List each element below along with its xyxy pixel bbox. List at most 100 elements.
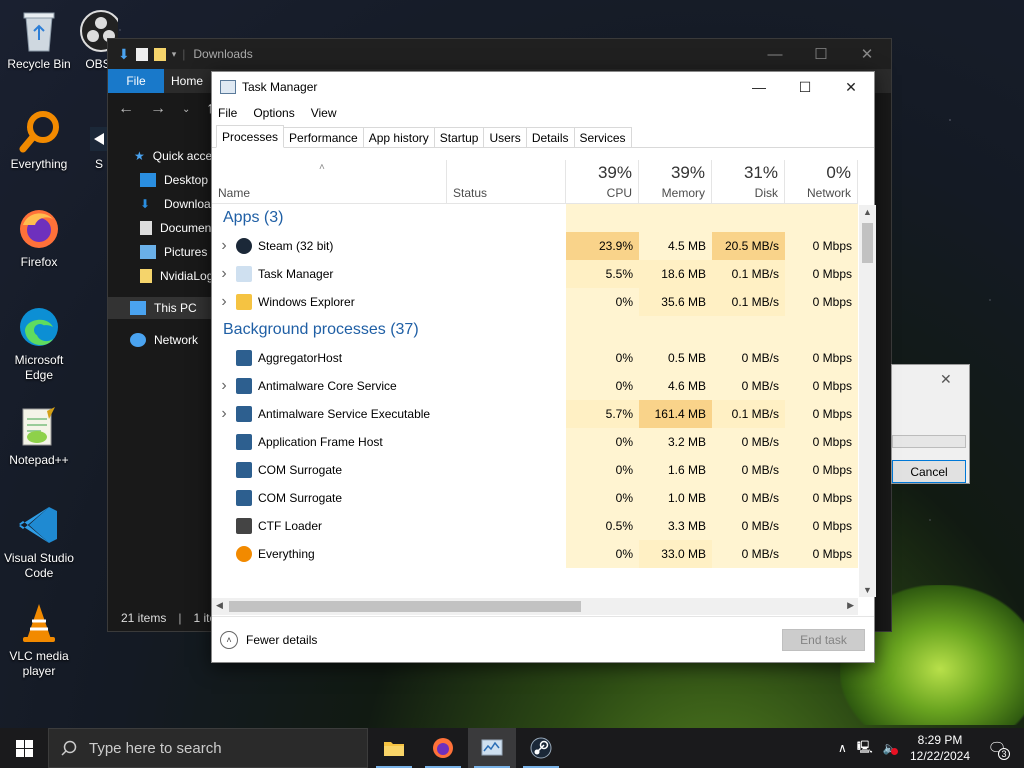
desktop-icon-vlc[interactable]: VLC media player <box>0 600 78 679</box>
menu-bar: File Options View <box>212 102 874 124</box>
process-row[interactable]: › Antimalware Service Executable 5.7% 161.4… <box>212 400 858 428</box>
process-row[interactable]: CTF Loader 0.5% 3.3 MB 0 MB/s 0 Mbps <box>212 512 858 540</box>
chevron-right-icon[interactable]: › <box>212 377 236 395</box>
scrollbar-thumb[interactable] <box>229 601 581 612</box>
nav-network[interactable]: Network <box>130 333 198 347</box>
chevron-up-icon[interactable]: ∧ <box>838 741 847 755</box>
process-memory-cell: 0.5 MB <box>639 344 712 372</box>
chevron-right-icon[interactable]: › <box>212 237 236 255</box>
column-header-name[interactable]: ˄ Name <box>212 160 447 204</box>
progress-dialog[interactable]: ✕ Cancel <box>891 364 970 484</box>
tab-startup[interactable]: Startup <box>433 127 485 147</box>
desktop-icon-notepadpp[interactable]: Notepad++ <box>0 404 78 468</box>
minimize-button[interactable]: — <box>752 39 798 69</box>
column-header-disk[interactable]: 31% Disk <box>712 160 785 204</box>
process-name: CTF Loader <box>258 519 323 533</box>
close-button[interactable]: ✕ <box>844 39 890 69</box>
network-tray-icon[interactable]: 🖳 <box>857 738 873 759</box>
chevron-right-icon[interactable]: › <box>212 293 236 311</box>
tab-users[interactable]: Users <box>483 127 527 147</box>
process-row[interactable]: COM Surrogate 0% 1.0 MB 0 MB/s 0 Mbps <box>212 484 858 512</box>
nav-item-nvidialog[interactable]: NvidiaLog <box>140 269 213 283</box>
scroll-right-icon[interactable]: ▶ <box>847 600 854 611</box>
process-row[interactable]: Everything 0% 33.0 MB 0 MB/s 0 Mbps <box>212 540 858 568</box>
taskbar-search-box[interactable]: Type here to search <box>48 728 368 768</box>
desktop-icon-vscode[interactable]: Visual Studio Code <box>0 502 78 581</box>
scrollbar-thumb[interactable] <box>862 223 873 263</box>
volume-muted-icon[interactable]: 🔈 <box>883 741 898 755</box>
tab-app-history[interactable]: App history <box>362 127 435 147</box>
process-row[interactable]: › Task Manager 5.5% 18.6 MB 0.1 MB/s 0 Mbps <box>212 260 858 288</box>
desktop-icon-firefox[interactable]: Firefox <box>0 206 78 270</box>
end-task-button[interactable]: End task <box>782 629 865 651</box>
column-label: Status <box>453 186 488 200</box>
new-folder-icon[interactable] <box>153 47 166 61</box>
menu-options[interactable]: Options <box>253 106 294 120</box>
group-row-apps[interactable]: Apps (3) <box>212 204 858 232</box>
desktop-icon-recycle-bin[interactable]: Recycle Bin <box>0 8 78 72</box>
group-row-background[interactable]: Background processes (37) <box>212 316 858 344</box>
column-header-memory[interactable]: 39% Memory <box>639 160 712 204</box>
notification-center-button[interactable]: 🗨 3 <box>982 728 1012 768</box>
tab-details[interactable]: Details <box>525 127 575 147</box>
taskbar-steam[interactable] <box>517 728 565 768</box>
process-row[interactable]: AggregatorHost 0% 0.5 MB 0 MB/s 0 Mbps <box>212 344 858 372</box>
recycle-bin-icon <box>16 8 62 54</box>
chevron-down-icon[interactable]: ⌄ <box>182 104 190 115</box>
vertical-scrollbar[interactable]: ▲ ▼ <box>859 205 876 597</box>
taskbar-clock[interactable]: 8:29 PM 12/22/2024 <box>905 732 975 764</box>
explorer-title-bar[interactable]: ⬇ ▾ | Downloads — ☐ ✕ <box>108 39 891 69</box>
maximize-button[interactable]: ☐ <box>782 72 828 102</box>
process-row[interactable]: Application Frame Host 0% 3.2 MB 0 MB/s 0 Mb… <box>212 428 858 456</box>
chevron-right-icon[interactable]: › <box>212 405 236 423</box>
ribbon-tab-home[interactable]: Home <box>164 69 210 93</box>
chevron-right-icon[interactable]: › <box>212 265 236 283</box>
close-icon[interactable]: ✕ <box>940 371 952 388</box>
start-button[interactable] <box>0 728 48 768</box>
disk-total-percent: 31% <box>743 163 778 182</box>
task-manager-window[interactable]: Task Manager — ☐ ✕ File Options View Pro… <box>211 71 876 663</box>
process-row[interactable]: › Antimalware Core Service 0% 4.6 MB 0 MB/s 0… <box>212 372 858 400</box>
column-header-status[interactable]: Status <box>447 160 566 204</box>
nav-item-downloads[interactable]: ⬇ Download <box>140 197 217 211</box>
close-button[interactable]: ✕ <box>828 72 874 102</box>
scroll-down-icon[interactable]: ▼ <box>859 585 876 595</box>
desktop-icon-everything[interactable]: Everything <box>0 108 78 172</box>
menu-view[interactable]: View <box>311 106 337 120</box>
nav-quick-access[interactable]: ★ Quick acce <box>134 149 212 163</box>
taskbar-file-explorer[interactable] <box>370 728 418 768</box>
chevron-down-icon[interactable]: ▾ <box>172 49 177 60</box>
process-row[interactable]: COM Surrogate 0% 1.6 MB 0 MB/s 0 Mbps <box>212 456 858 484</box>
properties-icon[interactable] <box>135 47 148 61</box>
forward-arrow-icon[interactable]: → <box>150 100 166 118</box>
nav-item-desktop[interactable]: Desktop <box>140 173 208 187</box>
task-manager-title-bar[interactable]: Task Manager — ☐ ✕ <box>212 72 874 102</box>
horizontal-scrollbar[interactable]: ◀ ▶ <box>212 598 858 615</box>
notification-count-badge: 3 <box>998 748 1010 760</box>
tab-services[interactable]: Services <box>573 127 632 147</box>
tab-performance[interactable]: Performance <box>283 127 364 147</box>
desktop-icon-label: Visual Studio Code <box>4 551 74 580</box>
taskbar-task-manager[interactable] <box>468 728 516 768</box>
scroll-left-icon[interactable]: ◀ <box>216 600 223 611</box>
cancel-button[interactable]: Cancel <box>892 460 966 483</box>
scroll-up-icon[interactable]: ▲ <box>859 207 876 217</box>
nav-item-pictures[interactable]: Pictures <box>140 245 207 259</box>
back-arrow-icon[interactable]: ← <box>118 100 134 118</box>
column-header-cpu[interactable]: 39% CPU <box>566 160 639 204</box>
menu-file[interactable]: File <box>218 106 237 120</box>
fewer-details-button[interactable]: ˄ Fewer details <box>220 630 317 649</box>
taskbar-firefox[interactable] <box>419 728 467 768</box>
nav-this-pc[interactable]: This PC <box>108 297 212 319</box>
column-header-row: ˄ Name Status 39% CPU 39% Memory 31% Dis… <box>212 160 858 204</box>
ribbon-tab-file[interactable]: File <box>108 69 164 93</box>
tab-processes[interactable]: Processes <box>216 125 285 148</box>
process-row[interactable]: › Windows Explorer 0% 35.6 MB 0.1 MB/s 0 Mbps <box>212 288 858 316</box>
process-cpu-cell: 0% <box>566 288 639 316</box>
nav-item-documents[interactable]: Documen <box>140 221 211 235</box>
desktop-icon-edge[interactable]: Microsoft Edge <box>0 304 78 383</box>
minimize-button[interactable]: — <box>736 72 782 102</box>
maximize-button[interactable]: ☐ <box>798 39 844 69</box>
column-header-network[interactable]: 0% Network <box>785 160 858 204</box>
process-row[interactable]: › Steam (32 bit) 23.9% 4.5 MB 20.5 MB/s 0 Mbp… <box>212 232 858 260</box>
